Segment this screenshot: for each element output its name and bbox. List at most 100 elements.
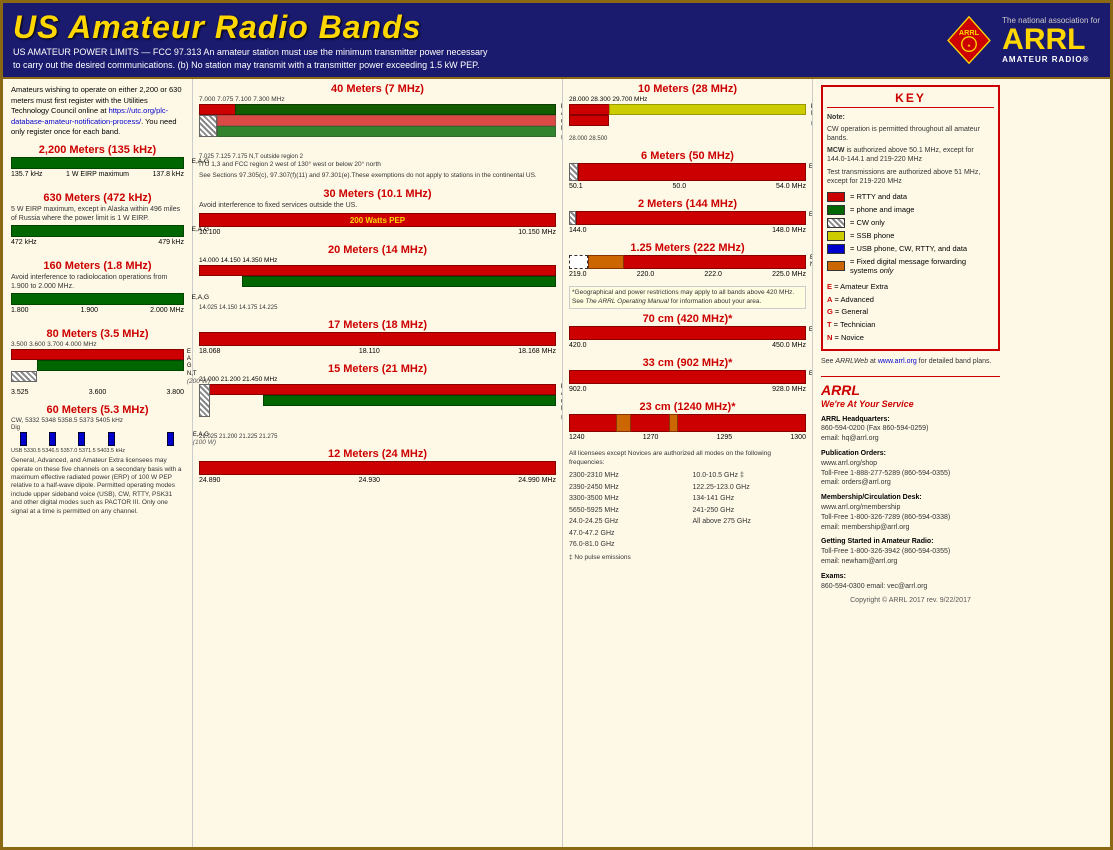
footer-note: All licensees except Novices are authori… <box>569 449 806 562</box>
band-160m: 160 Meters (1.8 MHz) Avoid interference … <box>11 260 184 314</box>
band-160m-title: 160 Meters (1.8 MHz) <box>11 260 184 272</box>
band-6m: 6 Meters (50 MHz) E,A,G,T 50.150.054.0 M… <box>569 150 806 190</box>
rtty-color-box <box>827 192 845 202</box>
band-80m-title: 80 Meters (3.5 MHz) <box>11 328 184 340</box>
band-30m: 30 Meters (10.1 MHz) Avoid interference … <box>199 188 556 236</box>
usb-label: = USB phone, CW, RTTY, and data <box>850 244 967 253</box>
band-33cm-title: 33 cm (902 MHz)* <box>569 357 806 369</box>
svg-text:ARRL: ARRL <box>959 28 980 37</box>
band-30m-title: 30 Meters (10.1 MHz) <box>199 188 556 200</box>
key-item-rtty: = RTTY and data <box>827 192 994 202</box>
band-160m-note: Avoid interference to radiolocation oper… <box>11 273 184 291</box>
service-hq: ARRL Headquarters: 860-594-0200 (Fax 860… <box>821 415 1000 444</box>
band-630m: 630 Meters (472 kHz) 5 W EIRP maximum, e… <box>11 192 184 246</box>
right-main-panel: 10 Meters (28 MHz) 28.000 28.300 29.700 … <box>563 79 813 847</box>
band-33cm: 33 cm (902 MHz)* E,A,G,T 902.0928.0 MHz <box>569 357 806 393</box>
key-note-cw: CW operation is permitted throughout all… <box>827 125 994 143</box>
band-17m-title: 17 Meters (18 MHz) <box>199 319 556 331</box>
key-item-phone: = phone and image <box>827 205 994 215</box>
freq-table: 2300-2310 MHz10.0-10.5 GHz ‡ 2390-2450 M… <box>569 471 806 551</box>
header-right: ARRL ★ The national association for ARRL… <box>944 15 1100 65</box>
key-item-cw: = CW only <box>827 218 994 228</box>
phone-label: = phone and image <box>850 205 914 214</box>
band-125m: 1.25 Meters (222 MHz) E,A,G,TN (25 W) 21… <box>569 242 806 278</box>
rtty-label: = RTTY and data <box>850 192 907 201</box>
band-12m-title: 12 Meters (24 MHz) <box>199 448 556 460</box>
band-12m: 12 Meters (24 MHz) E,A,G 24.89024.93024.… <box>199 448 556 484</box>
ssb-color-box <box>827 231 845 241</box>
left-panel: Amateurs wishing to operate on either 2,… <box>3 79 193 847</box>
arrl-service: ARRL We're At Your Service ARRL Headquar… <box>821 376 1000 604</box>
band-70cm-title: 70 cm (420 MHz)* <box>569 313 806 325</box>
phone-color-box <box>827 205 845 215</box>
key-item-ssb: = SSB phone <box>827 231 994 241</box>
service-membership: Membership/Circulation Desk: www.arrl.or… <box>821 493 1000 532</box>
band-60m-title: 60 Meters (5.3 MHz) <box>11 404 184 416</box>
band-70cm: 70 cm (420 MHz)* E,A,G,T 420.0450.0 MHz <box>569 313 806 349</box>
key-item-fdm: = Fixed digital message forwarding syste… <box>827 257 994 275</box>
fdm-label: = Fixed digital message forwarding syste… <box>850 257 994 275</box>
intro-text: Amateurs wishing to operate on either 2,… <box>11 85 184 138</box>
band-40m-title: 40 Meters (7 MHz) <box>199 83 556 95</box>
key-panel: KEY Note: CW operation is permitted thro… <box>813 79 1008 847</box>
band-125m-title: 1.25 Meters (222 MHz) <box>569 242 806 254</box>
band-20m-title: 20 Meters (14 MHz) <box>199 244 556 256</box>
band-60m-note: General, Advanced, and Amateur Extra lic… <box>11 457 184 516</box>
band-10m: 10 Meters (28 MHz) 28.000 28.300 29.700 … <box>569 83 806 142</box>
middle-panel: 40 Meters (7 MHz) 7.000 7.075 7.100 7.30… <box>193 79 563 847</box>
service-pub: Publication Orders: www.arrl.org/shop To… <box>821 449 1000 488</box>
band-40m-note: ITU 1,3 and FCC region 2 west of 130° we… <box>199 161 556 169</box>
usb-color-box <box>827 244 845 254</box>
key-note-mcw: MCW is authorized above 50.1 MHz, except… <box>827 146 994 164</box>
arrl-logo: The national association for ARRL AMATEU… <box>1002 16 1100 64</box>
band-20m: 20 Meters (14 MHz) 14.000 14.150 14.350 … <box>199 244 556 311</box>
band-2m-title: 2 Meters (144 MHz) <box>569 198 806 210</box>
band-2m: 2 Meters (144 MHz) E,A,G,T 144.0148.0 MH… <box>569 198 806 234</box>
key-title: KEY <box>827 91 994 108</box>
arrl-service-subtitle: We're At Your Service <box>821 399 1000 409</box>
header: US Amateur Radio Bands US AMATEUR POWER … <box>3 3 1110 79</box>
band-6m-title: 6 Meters (50 MHz) <box>569 150 806 162</box>
band-630m-note: 5 W EIRP maximum, except in Alaska withi… <box>11 205 184 223</box>
header-subtitle: US AMATEUR POWER LIMITS — FCC 97.313 An … <box>13 46 488 71</box>
arrl-diamond-icon: ARRL ★ <box>944 15 994 65</box>
ssb-label: = SSB phone <box>850 231 894 240</box>
header-left: US Amateur Radio Bands US AMATEUR POWER … <box>13 9 488 71</box>
band-2200m-title: 2,200 Meters (135 kHz) <box>11 144 184 156</box>
arrl-service-title: ARRL <box>821 383 1000 398</box>
arrl-web-note: See ARRLWeb at www.arrl.org for detailed… <box>821 357 1000 367</box>
service-newham: Getting Started in Amateur Radio: Toll-F… <box>821 537 1000 566</box>
subtitle-line2: to carry out the desired communications.… <box>13 60 480 70</box>
copyright-text: Copyright © ARRL 2017 rev. 9/22/2017 <box>821 597 1000 604</box>
main-container: US Amateur Radio Bands US AMATEUR POWER … <box>0 0 1113 850</box>
geo-note: *Geographical and power restrictions may… <box>569 286 806 309</box>
fdm-color-box <box>827 261 845 271</box>
content-area: Amateurs wishing to operate on either 2,… <box>3 79 1110 847</box>
key-note-test: Test transmissions are authorized above … <box>827 168 994 186</box>
band-15m-title: 15 Meters (21 MHz) <box>199 363 556 375</box>
band-60m: 60 Meters (5.3 MHz) CW, 5332 5348 5358.5… <box>11 404 184 516</box>
license-legend: E = Amateur Extra A = Advanced G = Gener… <box>827 281 994 345</box>
arrl-big-text: ARRL <box>1002 25 1085 55</box>
arrl-web-link[interactable]: www.arrl.org <box>878 358 917 365</box>
band-630m-title: 630 Meters (472 kHz) <box>11 192 184 204</box>
service-exams: Exams: 860-594-0300 email: vec@arrl.org <box>821 572 1000 592</box>
band-17m: 17 Meters (18 MHz) E,A,G 18.06818.11018.… <box>199 319 556 355</box>
arrl-sub-text: AMATEUR RADIO® <box>1002 55 1089 64</box>
page-title: US Amateur Radio Bands <box>13 9 488 46</box>
band-2200m: 2,200 Meters (135 kHz) E,A,G 135.7 kHz1 … <box>11 144 184 178</box>
utc-link[interactable]: https://utc.org/plc-database-amateur-not… <box>11 106 168 126</box>
cw-color-box <box>827 218 845 228</box>
band-30m-note: Avoid interference to fixed services out… <box>199 201 556 210</box>
key-item-usb: = USB phone, CW, RTTY, and data <box>827 244 994 254</box>
subtitle-line1: US AMATEUR POWER LIMITS — FCC 97.313 An … <box>13 47 488 57</box>
cw-label: = CW only <box>850 218 885 227</box>
band-15m: 15 Meters (21 MHz) 21.000 21.200 21.450 … <box>199 363 556 440</box>
key-note-label: Note: <box>827 114 994 121</box>
band-40m: 40 Meters (7 MHz) 7.000 7.075 7.100 7.30… <box>199 83 556 180</box>
band-40m-footnote: See Sections 97.305(c), 97.307(f)(11) an… <box>199 172 556 180</box>
band-80m: 80 Meters (3.5 MHz) 3.500 3.600 3.700 4.… <box>11 328 184 396</box>
band-10m-title: 10 Meters (28 MHz) <box>569 83 806 95</box>
band-23cm-title: 23 cm (1240 MHz)* <box>569 401 806 413</box>
band-23cm: 23 cm (1240 MHz)* E,A,G,TN (5 W) 1240127… <box>569 401 806 441</box>
